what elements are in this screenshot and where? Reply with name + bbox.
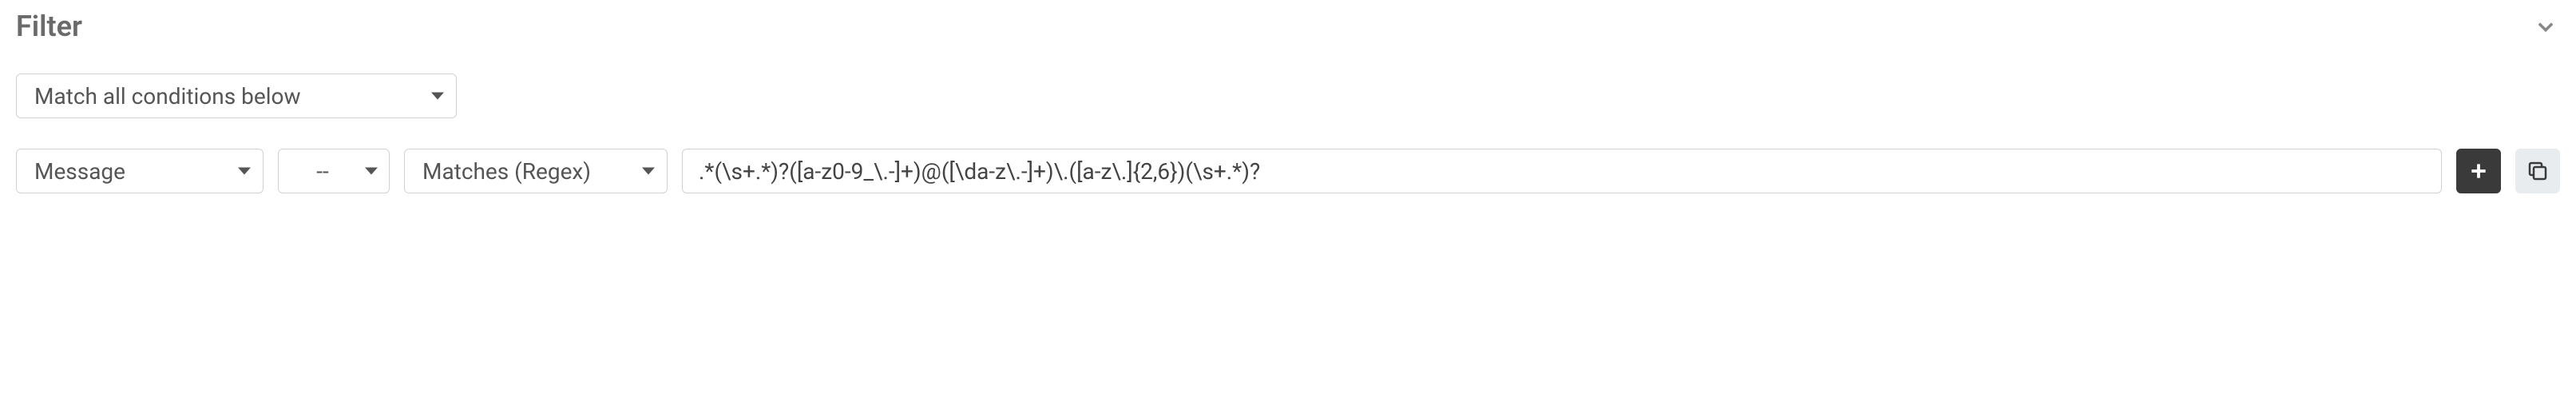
match-mode-select[interactable]: Match all conditions below xyxy=(16,74,457,118)
copy-icon xyxy=(2526,159,2550,183)
chevron-down-icon xyxy=(2534,15,2557,38)
modifier-select[interactable]: -- xyxy=(278,149,390,193)
caret-down-icon xyxy=(642,168,655,175)
match-mode-label: Match all conditions below xyxy=(34,83,301,109)
collapse-toggle[interactable] xyxy=(2531,12,2560,41)
filter-header: Filter xyxy=(16,10,2560,43)
caret-down-icon xyxy=(431,93,444,100)
copy-condition-button[interactable] xyxy=(2515,149,2560,193)
condition-row: Message -- Matches (Regex) xyxy=(16,149,2560,193)
add-condition-button[interactable] xyxy=(2456,149,2501,193)
caret-down-icon xyxy=(238,168,251,175)
operator-select[interactable]: Matches (Regex) xyxy=(404,149,668,193)
value-input[interactable] xyxy=(682,149,2442,193)
caret-down-icon xyxy=(365,168,378,175)
operator-select-label: Matches (Regex) xyxy=(422,158,591,185)
section-title: Filter xyxy=(16,10,82,43)
field-select[interactable]: Message xyxy=(16,149,264,193)
plus-icon xyxy=(2468,161,2489,181)
match-mode-row: Match all conditions below xyxy=(16,74,2560,118)
field-select-label: Message xyxy=(34,158,125,185)
